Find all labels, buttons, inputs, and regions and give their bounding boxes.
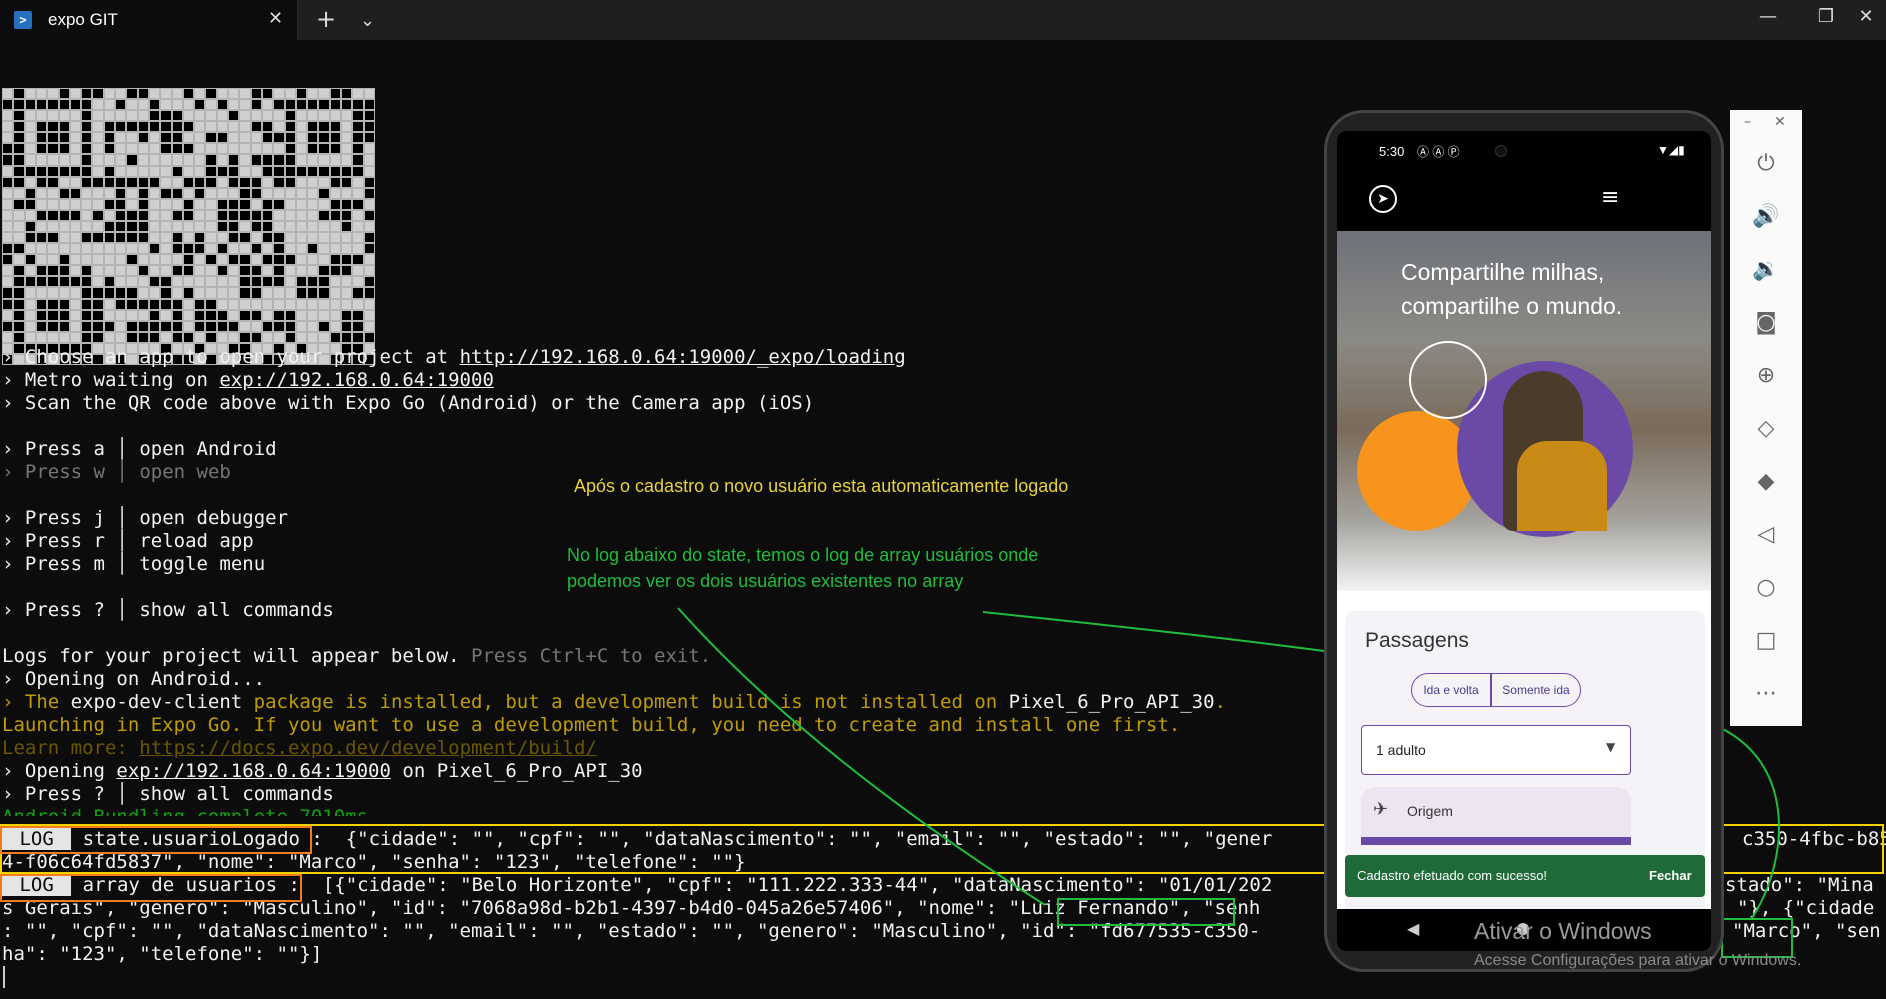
overview-icon[interactable]: □ (1752, 627, 1780, 655)
menu-icon[interactable]: ≡ (1601, 185, 1619, 210)
windows-activation-title: Ativar o Windows (1474, 918, 1652, 944)
home-icon[interactable]: ○ (1752, 574, 1780, 602)
annotation-note-array-l2: podemos ver os dois usuários existentes … (567, 571, 964, 591)
camera-cutout (1495, 145, 1507, 157)
emulator-controls: – ✕ ⏻ 🔊 🔉 ◙ ⊕ ◇ ◆ ◁ ○ □ ⋯ (1730, 110, 1802, 726)
volume-up-icon[interactable]: 🔊 (1752, 203, 1780, 231)
swap-bar (1361, 837, 1631, 845)
snackbar-close-button[interactable]: Fechar (1649, 868, 1692, 883)
camera-icon[interactable]: ◙ (1752, 309, 1780, 337)
back-icon[interactable]: ◁ (1752, 521, 1780, 549)
emulator-close-icon[interactable]: ✕ (1774, 114, 1786, 130)
nav-back-icon[interactable]: ◀ (1407, 919, 1419, 938)
traveler-jacket (1517, 441, 1607, 531)
android-emulator[interactable]: 5:30 Ⓐ Ⓐ Ⓟ ▼◢▮ ➤ ≡ Compartilhe milhas, co… (1324, 110, 1724, 972)
wifi-battery-icon: ▼◢▮ (1657, 143, 1685, 157)
rotate-right-icon[interactable]: ◆ (1752, 468, 1780, 496)
plane-takeoff-icon: ✈ (1373, 799, 1389, 820)
hero-title: Compartilhe milhas, compartilhe o mundo. (1401, 259, 1623, 319)
success-snackbar: Cadastro efetuado com sucesso! Fechar (1345, 855, 1705, 897)
dropdown-arrow-icon: ▼ (1606, 740, 1616, 754)
hero-banner: Compartilhe milhas, compartilhe o mundo. (1337, 231, 1711, 591)
passengers-select[interactable]: 1 adulto ▼ (1361, 725, 1631, 775)
origin-field[interactable]: ✈ Origem (1361, 787, 1631, 837)
app-header: ➤ ≡ (1337, 171, 1711, 231)
origin-label: Origem (1407, 803, 1453, 819)
zoom-icon[interactable]: ⊕ (1752, 362, 1780, 390)
toggle-round-trip[interactable]: Ida e volta (1411, 673, 1491, 707)
emulator-minimize-icon[interactable]: – (1744, 114, 1751, 130)
compass-graphic (1409, 341, 1487, 419)
annotation-note-array-l1: No log abaixo do state, temos o log de a… (567, 545, 1039, 565)
toggle-one-way[interactable]: Somente ida (1491, 673, 1581, 707)
card-title: Passagens (1365, 629, 1469, 652)
volume-down-icon[interactable]: 🔉 (1752, 256, 1780, 284)
rotate-left-icon[interactable]: ◇ (1752, 415, 1780, 443)
passengers-value: 1 adulto (1376, 742, 1426, 758)
status-time: 5:30 (1379, 144, 1405, 159)
more-icon[interactable]: ⋯ (1752, 680, 1780, 708)
compass-logo-icon[interactable]: ➤ (1369, 185, 1397, 213)
windows-activation-subtitle: Acesse Configurações para ativar o Windo… (1474, 952, 1802, 969)
notification-icons: Ⓐ Ⓐ Ⓟ (1417, 145, 1460, 159)
annotation-note-logged: Após o cadastro o novo usuário esta auto… (574, 476, 1069, 496)
status-bar: 5:30 Ⓐ Ⓐ Ⓟ ▼◢▮ (1337, 131, 1711, 171)
arrow-to-luiz (677, 607, 1046, 906)
power-icon[interactable]: ⏻ (1752, 150, 1780, 178)
phone-screen[interactable]: 5:30 Ⓐ Ⓐ Ⓟ ▼◢▮ ➤ ≡ Compartilhe milhas, co… (1337, 131, 1711, 951)
snackbar-message: Cadastro efetuado com sucesso! (1357, 868, 1548, 883)
